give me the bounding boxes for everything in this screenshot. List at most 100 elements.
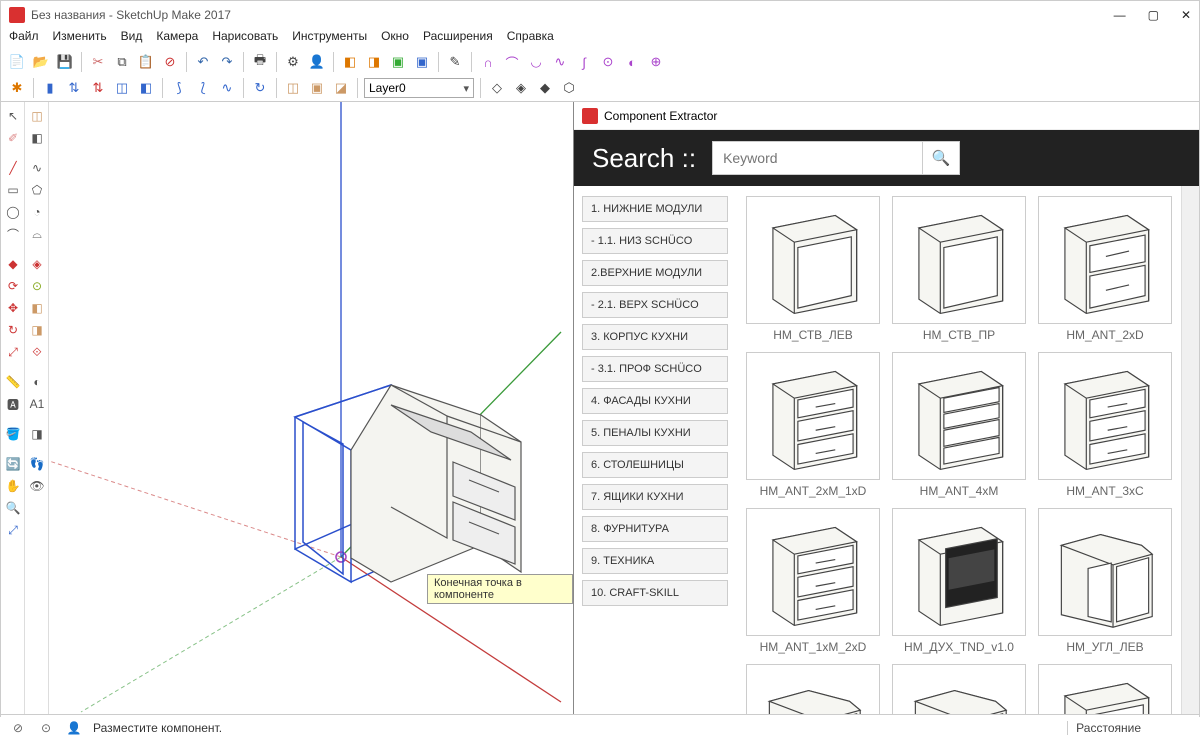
component-card[interactable]: HM_ANT_2xM_1xD [746, 352, 880, 498]
category-item[interactable]: 8. ФУРНИТУРА [582, 516, 728, 542]
category-item[interactable]: 7. ЯЩИКИ КУХНИ [582, 484, 728, 510]
arc6-icon[interactable]: ⊙ [598, 52, 618, 72]
cube3-icon[interactable]: ◪ [331, 78, 351, 98]
move2-icon[interactable]: ◧ [27, 298, 47, 318]
credits-icon[interactable]: ⊙ [37, 721, 55, 735]
walk-icon[interactable]: 👣 [27, 454, 47, 474]
orbit-icon[interactable]: 🔄 [3, 454, 23, 474]
pencil-icon[interactable]: ✎ [445, 52, 465, 72]
print-icon[interactable]: 🖶 [250, 52, 270, 72]
new-icon[interactable]: 📄 [7, 52, 27, 72]
protractor-icon[interactable]: ◐ [27, 372, 47, 392]
arc8-icon[interactable]: ⊕ [646, 52, 666, 72]
blue-icon[interactable]: ▣ [412, 52, 432, 72]
category-item[interactable]: 2.ВЕРХНИЕ МОДУЛИ [582, 260, 728, 286]
component-card[interactable]: HM_ANT_4xM [892, 352, 1026, 498]
menu-view[interactable]: Вид [121, 29, 143, 49]
component-card[interactable]: HM_ANT_3xC [1038, 352, 1172, 498]
component-thumbnail[interactable] [1038, 352, 1172, 480]
move-icon[interactable]: ✥ [3, 298, 23, 318]
component-thumbnail[interactable] [746, 664, 880, 714]
component-card[interactable]: НМ_УГЛ_ЛЕВ [1038, 508, 1172, 654]
bar4-icon[interactable]: ◫ [112, 78, 132, 98]
rotate2-icon[interactable]: ◨ [27, 320, 47, 340]
circle-icon[interactable]: ◯ [3, 202, 23, 222]
eraser2-icon[interactable]: ◧ [27, 128, 47, 148]
arc4-icon[interactable]: ∿ [550, 52, 570, 72]
category-item[interactable]: 10. CRAFT-SKILL [582, 580, 728, 606]
loop-icon[interactable]: ↻ [250, 78, 270, 98]
menu-help[interactable]: Справка [507, 29, 554, 49]
category-item[interactable]: - 1.1. НИЗ SCHÜCO [582, 228, 728, 254]
arc2-icon[interactable]: ⌒ [502, 52, 522, 72]
text-icon[interactable]: 🅰 [3, 394, 23, 414]
category-item[interactable]: 4. ФАСАДЫ КУХНИ [582, 388, 728, 414]
arc1-icon[interactable]: ∩ [478, 52, 498, 72]
category-item[interactable]: - 2.1. ВЕРХ SCHÜCO [582, 292, 728, 318]
dim-icon[interactable]: A1 [27, 394, 47, 414]
category-item[interactable]: 6. СТОЛЕШНИЦЫ [582, 452, 728, 478]
component-thumbnail[interactable] [1038, 664, 1172, 714]
cube2-icon[interactable]: ▣ [307, 78, 327, 98]
arc3-icon[interactable]: ◡ [526, 52, 546, 72]
curve3-icon[interactable]: ∿ [217, 78, 237, 98]
bar3-icon[interactable]: ⇅ [88, 78, 108, 98]
viewport[interactable]: Конечная точка в компоненте [49, 102, 573, 714]
menu-file[interactable]: Файл [9, 29, 39, 49]
followme-icon[interactable]: ◈ [27, 254, 47, 274]
open-icon[interactable]: 📂 [31, 52, 51, 72]
curve1-icon[interactable]: ⟆ [169, 78, 189, 98]
pan-icon[interactable]: ✋ [3, 476, 23, 496]
style4-icon[interactable]: ⬡ [559, 78, 579, 98]
rotate-icon[interactable]: ↻ [3, 320, 23, 340]
component-thumbnail[interactable] [892, 196, 1026, 324]
maximize-button[interactable]: ▢ [1148, 8, 1159, 22]
layer-dropdown[interactable]: Layer0 [364, 78, 474, 98]
redo-icon[interactable]: ↷ [217, 52, 237, 72]
zoom-icon[interactable]: 🔍 [3, 498, 23, 518]
paste-icon[interactable]: 📋 [136, 52, 156, 72]
menu-tools[interactable]: Инструменты [292, 29, 367, 49]
minimize-button[interactable]: — [1114, 8, 1126, 22]
style2-icon[interactable]: ◈ [511, 78, 531, 98]
menu-extensions[interactable]: Расширения [423, 29, 493, 49]
bar5-icon[interactable]: ◧ [136, 78, 156, 98]
category-item[interactable]: 1. НИЖНИЕ МОДУЛИ [582, 196, 728, 222]
green-icon[interactable]: ▣ [388, 52, 408, 72]
erase-icon[interactable]: ⊘ [160, 52, 180, 72]
push-icon[interactable]: ◆ [3, 254, 23, 274]
copy-icon[interactable]: ⧉ [112, 52, 132, 72]
component-thumbnail[interactable] [746, 352, 880, 480]
pie-icon[interactable]: ◔ [27, 202, 47, 222]
arc7-icon[interactable]: ◐ [622, 52, 642, 72]
menu-camera[interactable]: Камера [156, 29, 198, 49]
save-icon[interactable]: 💾 [55, 52, 75, 72]
bar2-icon[interactable]: ⇅ [64, 78, 84, 98]
undo-icon[interactable]: ↶ [193, 52, 213, 72]
component-card[interactable]: НМ_СТВ_ПР [892, 196, 1026, 342]
tape-icon[interactable]: 📏 [3, 372, 23, 392]
explode-icon[interactable]: ✱ [7, 78, 27, 98]
component-thumbnail[interactable] [1038, 508, 1172, 636]
component-card[interactable] [892, 664, 1026, 714]
polygon-icon[interactable]: ⬠ [27, 180, 47, 200]
rect-icon[interactable]: ▭ [3, 180, 23, 200]
component-card[interactable]: HM_ANT_1xM_2xD [746, 508, 880, 654]
component-card[interactable]: HM_ANT_2xD [1038, 196, 1172, 342]
scale2-icon[interactable]: ⟐ [27, 342, 47, 362]
user-icon[interactable]: 👤 [307, 52, 327, 72]
component-card[interactable]: HM_ДУХ_TND_v1.0 [892, 508, 1026, 654]
category-item[interactable]: - 3.1. ПРОФ SCHÜCO [582, 356, 728, 382]
category-item[interactable]: 9. ТЕХНИКА [582, 548, 728, 574]
component-thumbnail[interactable] [892, 664, 1026, 714]
curve2-icon[interactable]: ⟅ [193, 78, 213, 98]
box2-icon[interactable]: ◨ [364, 52, 384, 72]
section-icon[interactable]: ◨ [27, 424, 47, 444]
menu-edit[interactable]: Изменить [53, 29, 107, 49]
component-thumbnail[interactable] [746, 196, 880, 324]
zoomext-icon[interactable]: ⤢ [3, 520, 23, 540]
look-icon[interactable]: 👁 [27, 476, 47, 496]
line-icon[interactable]: ╱ [3, 158, 23, 178]
offset2-icon[interactable]: ⊙ [27, 276, 47, 296]
cube1-icon[interactable]: ◫ [283, 78, 303, 98]
